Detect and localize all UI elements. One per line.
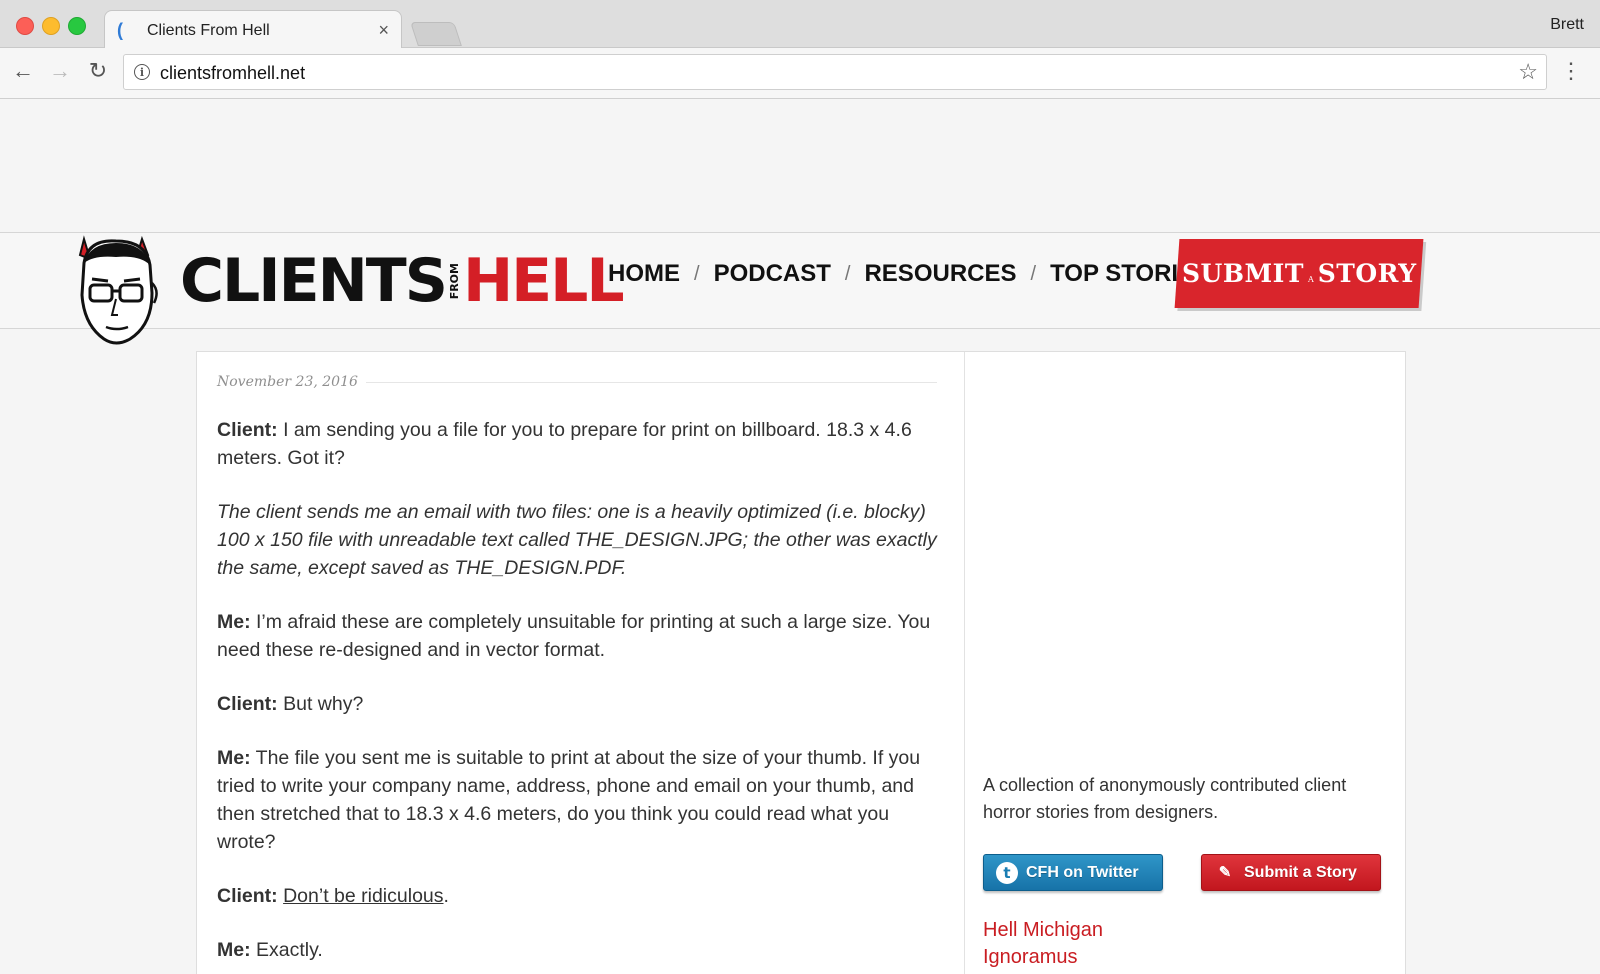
narration-line: The client sends me an email with two fi…: [217, 498, 937, 582]
dialogue-text: Exactly.: [250, 939, 323, 961]
reload-icon[interactable]: ↻: [85, 58, 111, 84]
site-description: A collection of anonymously contributed …: [983, 775, 1347, 822]
new-tab-button[interactable]: [410, 22, 462, 46]
speaker-label: Me:: [217, 939, 251, 961]
dialogue-line: Client: I am sending you a file for you …: [217, 416, 937, 472]
page-viewport: CLIENTS FROM HELL HOME / PODCAST / RESOU…: [0, 99, 1600, 974]
speaker-label: Me:: [217, 747, 251, 769]
submit-button-label: Submit a Story: [1244, 863, 1357, 881]
logo-clients-text: CLIENTS: [180, 246, 448, 316]
dialogue-text: But why?: [277, 693, 364, 715]
nav-home[interactable]: HOME: [608, 260, 680, 288]
maximize-window-button[interactable]: [68, 17, 86, 35]
close-window-button[interactable]: [16, 17, 34, 35]
submit-a-story-banner[interactable]: SUBMIT A STORY: [1174, 239, 1424, 308]
site-favicon-icon: (: [117, 20, 123, 40]
nav-separator: /: [694, 262, 700, 285]
nav-resources[interactable]: RESOURCES: [864, 260, 1016, 288]
speaker-label: Client:: [217, 885, 278, 907]
profile-name[interactable]: Brett: [1550, 16, 1584, 34]
nav-podcast[interactable]: PODCAST: [714, 260, 831, 288]
submit-banner-middle: A: [1307, 275, 1314, 284]
dialogue-line: Me: I’m afraid these are completely unsu…: [217, 608, 937, 664]
forward-icon[interactable]: →: [47, 58, 73, 84]
dialogue-line: Client: Don’t be ridiculous.: [217, 882, 937, 910]
speaker-label: Client:: [217, 419, 278, 441]
star-icon[interactable]: ☆: [1518, 59, 1538, 85]
edit-icon: ✎: [1218, 863, 1232, 881]
twitter-button-label: CFH on Twitter: [1026, 863, 1139, 881]
sidebar-link-ignoramus[interactable]: Ignoramus: [983, 946, 1393, 969]
menu-icon[interactable]: ⋮: [1560, 58, 1582, 84]
dialogue-text: .: [443, 885, 449, 907]
dialogue-text: The file you sent me is suitable to prin…: [217, 747, 921, 853]
story-link[interactable]: Don’t be ridiculous: [283, 885, 443, 907]
nav-separator: /: [844, 262, 851, 285]
info-icon[interactable]: i: [134, 64, 150, 80]
browser-tab[interactable]: ( Clients From Hell ×: [104, 10, 402, 49]
browser-toolbar: ← → ↻ i clientsfromhell.net ☆ ⋮: [0, 48, 1600, 99]
site-logo[interactable]: CLIENTS FROM HELL: [180, 246, 625, 316]
dialogue-line: Client: But why?: [217, 690, 937, 718]
sidebar-link-hell-michigan[interactable]: Hell Michigan: [983, 919, 1393, 942]
browser-titlebar: ( Clients From Hell × Brett: [0, 0, 1600, 49]
narration-text: The client sends me an email with two fi…: [217, 501, 937, 579]
speaker-label: Me:: [217, 611, 251, 633]
back-icon[interactable]: ←: [10, 58, 36, 84]
sidebar-buttons: t CFH on Twitter ✎ Submit a Story: [983, 854, 1393, 891]
tab-close-icon[interactable]: ×: [378, 20, 389, 41]
tab-title: Clients From Hell: [147, 22, 270, 39]
story-post: November 23, 2016 Client: I am sending y…: [217, 374, 937, 974]
sidebar: A collection of anonymously contributed …: [983, 772, 1393, 969]
main-navigation: HOME / PODCAST / RESOURCES / TOP STORIES: [608, 260, 1210, 288]
dialogue-text: I’m afraid these are completely unsuitab…: [217, 611, 931, 661]
submit-banner-left: SUBMIT: [1181, 259, 1304, 288]
url-text[interactable]: clientsfromhell.net: [160, 63, 305, 84]
dialogue-line: Me: The file you sent me is suitable to …: [217, 744, 937, 856]
logo-from-text: FROM: [447, 262, 461, 300]
column-divider: [964, 352, 965, 974]
content-card: November 23, 2016 Client: I am sending y…: [196, 351, 1406, 974]
address-bar[interactable]: i clientsfromhell.net ☆: [123, 54, 1547, 90]
nav-separator: /: [1030, 262, 1037, 285]
dialogue-line: Me: Exactly.: [217, 936, 937, 964]
twitter-icon: t: [996, 861, 1018, 884]
date-rule: [365, 381, 937, 383]
submit-story-button[interactable]: ✎ Submit a Story: [1201, 854, 1381, 891]
submit-banner-right: STORY: [1317, 259, 1417, 288]
minimize-window-button[interactable]: [42, 17, 60, 35]
logo-hell-text: HELL: [462, 246, 625, 316]
devil-mascot-logo[interactable]: [70, 233, 162, 351]
dialogue-text: I am sending you a file for you to prepa…: [217, 419, 912, 469]
speaker-label: Client:: [217, 693, 278, 715]
post-date-row: November 23, 2016: [217, 374, 937, 390]
cfh-twitter-button[interactable]: t CFH on Twitter: [983, 854, 1163, 891]
post-date[interactable]: November 23, 2016: [217, 374, 358, 390]
